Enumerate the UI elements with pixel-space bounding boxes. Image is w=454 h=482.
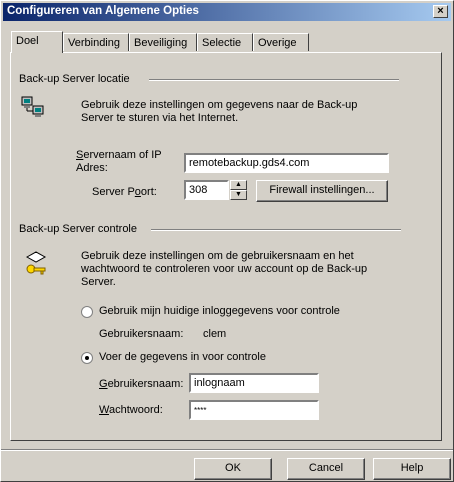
tab-overige[interactable]: Overige (253, 33, 309, 51)
server-control-heading: Back-up Server controle (19, 223, 137, 235)
dialog-title: Configureren van Algemene Opties (7, 5, 199, 17)
cancel-button[interactable]: Cancel (287, 458, 365, 480)
servername-input[interactable]: remotebackup.gds4.com (184, 153, 389, 173)
tab-beveiliging[interactable]: Beveiliging (129, 33, 197, 51)
spin-up-icon[interactable]: ▲ (230, 180, 247, 190)
key-lock-icon (23, 251, 49, 277)
footer-separator (1, 449, 453, 451)
title-bar: Configureren van Algemene Opties × (3, 3, 451, 21)
current-username-value: clem (203, 328, 227, 340)
server-location-description: Gebruik deze instellingen om gegevens na… (81, 99, 358, 124)
radio-enter-credentials[interactable] (81, 352, 93, 364)
spin-down-icon[interactable]: ▼ (230, 190, 247, 200)
server-location-heading: Back-up Server locatie (19, 73, 130, 85)
server-control-separator (151, 229, 401, 231)
close-button[interactable]: × (433, 5, 448, 18)
servername-label-line1: Servernaam of IP (76, 149, 162, 161)
dialog-window: Configureren van Algemene Opties × Doel … (0, 0, 454, 482)
servername-label-line2: Adres: (76, 162, 108, 174)
tab-verbinding[interactable]: Verbinding (63, 33, 129, 51)
firewall-settings-button[interactable]: Firewall instellingen... (256, 180, 388, 202)
option-enter-credentials-label[interactable]: Voer de gegevens in voor controle (99, 351, 266, 363)
port-label: Server Poort: (92, 186, 157, 198)
password-input[interactable]: **** (189, 400, 319, 420)
username-input[interactable]: inlognaam (189, 373, 319, 393)
network-computers-icon (21, 96, 45, 120)
option-current-credentials-label[interactable]: Gebruik mijn huidige inloggegevens voor … (99, 305, 340, 317)
server-control-description: Gebruik deze instellingen om de gebruike… (81, 250, 368, 288)
help-button[interactable]: Help (373, 458, 451, 480)
radio-current-credentials[interactable] (81, 306, 93, 318)
ok-button[interactable]: OK (194, 458, 272, 480)
tab-doel[interactable]: Doel (11, 31, 63, 53)
server-location-separator (149, 79, 399, 81)
tab-selectie[interactable]: Selectie (197, 33, 253, 51)
username-label: Gebruikersnaam: (99, 378, 184, 390)
password-label: Wachtwoord: (99, 404, 163, 416)
current-username-label: Gebruikersnaam: (99, 328, 184, 340)
port-spinner[interactable]: ▲ ▼ (230, 180, 247, 200)
port-input[interactable]: 308 (184, 180, 229, 200)
tab-panel-doel: Back-up Server locatie Gebruik deze inst… (10, 52, 442, 441)
